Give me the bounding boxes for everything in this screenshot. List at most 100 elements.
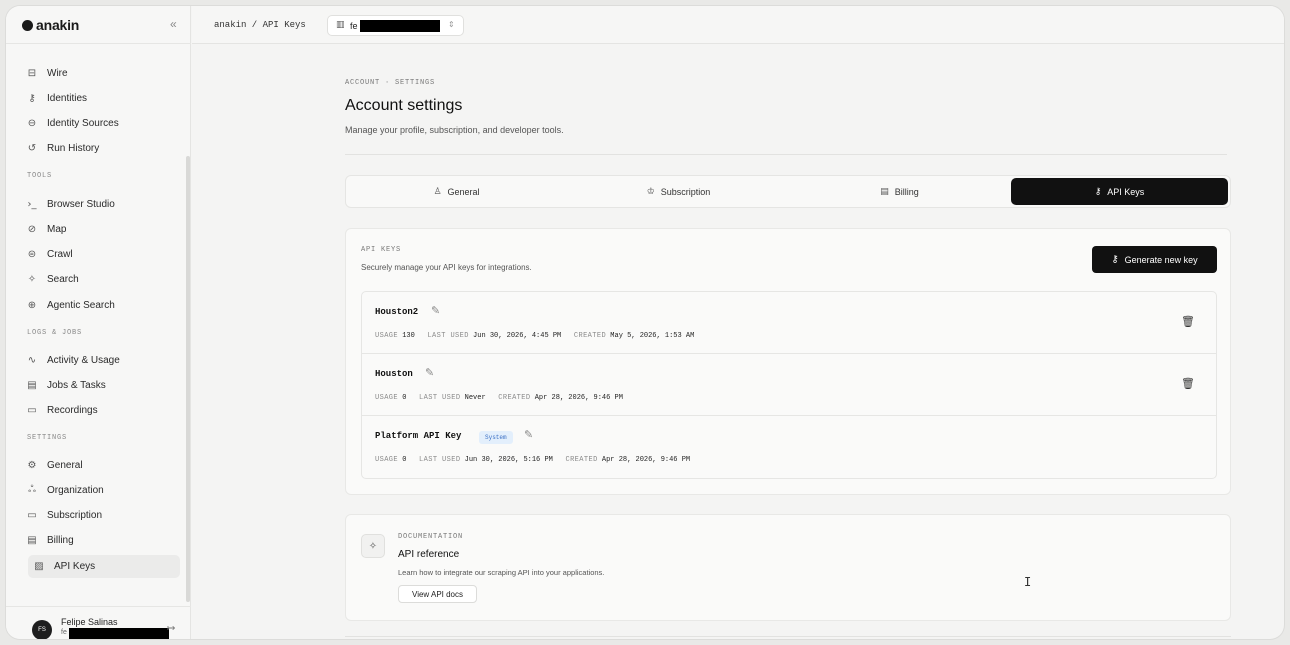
usage-value: 0: [402, 456, 407, 464]
sidebar-item-label: Search: [47, 274, 79, 286]
sidebar-item-run-history[interactable]: ↺ Run History: [26, 140, 99, 158]
organization-icon: ஃ: [28, 484, 36, 496]
api-key-row: Houston2 ✎ USAGE 130 LAST USED Jun 30, 2…: [362, 292, 1216, 354]
sidebar-item-recordings[interactable]: ▭ Recordings: [26, 402, 97, 420]
docs-title: API reference: [398, 549, 460, 560]
sidebar-item-activity-usage[interactable]: ∿ Activity & Usage: [26, 351, 120, 369]
activity-icon: ∿: [27, 354, 37, 366]
sidebar-section-label: TOOLS: [27, 172, 53, 180]
sidebar-item-agentic-search[interactable]: ⊕ Agentic Search: [26, 296, 115, 314]
api-keys-eyebrow: API KEYS: [361, 246, 402, 254]
sidebar: anakin « ⊟ Wire ⚷ Identities ⊖ Identity Sourc…: [6, 6, 191, 639]
sidebar-item-label: Map: [47, 223, 67, 235]
delete-trash-icon[interactable]: 🗑: [1181, 377, 1195, 390]
created-label: CREATED: [565, 456, 598, 464]
sidebar-item-label: Organization: [47, 484, 104, 496]
crawl-icon: ⊜: [27, 249, 37, 261]
edit-pencil-icon[interactable]: ✎: [524, 428, 533, 441]
logo-mark-icon: [22, 19, 33, 31]
sidebar-item-browser-studio[interactable]: ›_ Browser Studio: [26, 195, 115, 213]
api-keys-card: API KEYS Securely manage your API keys f…: [345, 228, 1231, 495]
sidebar-item-label: Browser Studio: [47, 198, 115, 210]
sidebar-item-label: Billing: [47, 535, 74, 547]
history-icon: ↺: [27, 143, 37, 155]
sidebar-item-label: Wire: [47, 67, 68, 79]
sidebar-item-search[interactable]: ✧ Search: [26, 271, 79, 289]
sidebar-item-billing[interactable]: ▤ Billing: [26, 532, 74, 550]
key-meta: USAGE 0 LAST USED Never CREATED Apr 28, …: [375, 394, 623, 402]
sidebar-item-label: General: [47, 459, 83, 471]
api-key-row: Houston ✎ USAGE 0 LAST USED Never CREATE…: [362, 354, 1216, 416]
key-icon: ⚷: [1111, 254, 1119, 265]
view-api-docs-button[interactable]: View API docs: [398, 585, 477, 603]
tab-label: General: [447, 186, 480, 197]
generate-label: Generate new key: [1124, 254, 1198, 265]
sidebar-item-identity-sources[interactable]: ⊖ Identity Sources: [26, 115, 119, 133]
api-key-list: Houston2 ✎ USAGE 130 LAST USED Jun 30, 2…: [361, 291, 1217, 479]
last-used-label: LAST USED: [427, 332, 469, 340]
sidebar-item-label: Jobs & Tasks: [47, 379, 106, 391]
bottom-divider: [345, 636, 1231, 637]
tab-api-keys[interactable]: ⚷ API Keys: [1011, 178, 1228, 205]
tab-billing[interactable]: ▤ Billing: [791, 178, 1008, 205]
sidebar-header: anakin «: [6, 6, 191, 44]
sidebar-item-label: Run History: [47, 143, 100, 155]
sidebar-item-jobs-tasks[interactable]: ▤ Jobs & Tasks: [26, 376, 106, 394]
generate-new-key-button[interactable]: ⚷ Generate new key: [1092, 246, 1217, 273]
created-label: CREATED: [498, 394, 531, 402]
tab-subscription[interactable]: ♔ Subscription: [570, 178, 787, 205]
agentic-search-icon: ⊕: [27, 299, 37, 311]
jobs-icon: ▤: [27, 379, 37, 391]
sidebar-item-map[interactable]: ⊘ Map: [26, 220, 67, 238]
wire-icon: ⊟: [27, 67, 37, 79]
sidebar-item-api-keys[interactable]: ▨ API Keys: [28, 554, 180, 578]
tab-label: Subscription: [660, 186, 711, 197]
tab-general[interactable]: ♙ General: [348, 178, 565, 205]
sidebar-item-label: Crawl: [47, 249, 73, 261]
org-selector[interactable]: ▥ fe ⇕: [327, 15, 464, 36]
user-name: Felipe Salinas: [61, 617, 118, 627]
settings-tabs: ♙ General ♔ Subscription ▤ Billing ⚷ API…: [345, 175, 1231, 208]
logout-icon[interactable]: ↦: [167, 623, 175, 634]
page-title: Account settings: [345, 97, 463, 114]
sidebar-section-label: LOGS & JOBS: [27, 329, 83, 337]
edit-pencil-icon[interactable]: ✎: [425, 366, 434, 379]
page-subtitle: Manage your profile, subscription, and d…: [345, 125, 564, 135]
sidebar-item-organization[interactable]: ஃ Organization: [26, 481, 104, 499]
delete-trash-icon[interactable]: 🗑: [1181, 315, 1195, 328]
user-email: fe: [61, 629, 67, 636]
key-outline-icon: ⚷: [28, 92, 36, 104]
sidebar-item-subscription[interactable]: ▭ Subscription: [26, 507, 102, 525]
sidebar-item-crawl[interactable]: ⊜ Crawl: [26, 246, 73, 264]
sidebar-scrollbar[interactable]: [186, 156, 190, 602]
user-profile[interactable]: FS Felipe Salinas fe ↦: [6, 606, 191, 639]
tab-label: Billing: [894, 186, 919, 197]
created-value: Apr 28, 2026, 9:46 PM: [601, 456, 691, 464]
sidebar-item-wire[interactable]: ⊟ Wire: [26, 64, 68, 82]
docs-eyebrow: DOCUMENTATION: [398, 533, 464, 541]
breadcrumb: anakin / API Keys: [214, 20, 306, 30]
app-window: anakin « ⊟ Wire ⚷ Identities ⊖ Identity Sourc…: [6, 6, 1284, 639]
app-logo[interactable]: anakin: [22, 17, 79, 33]
gear-icon: ⚙: [27, 459, 37, 471]
sidebar-item-label: Agentic Search: [47, 299, 115, 311]
last-used-label: LAST USED: [419, 456, 461, 464]
sidebar-item-identities[interactable]: ⚷ Identities: [26, 89, 87, 107]
collapse-sidebar-icon[interactable]: «: [170, 17, 177, 31]
last-used-value: Never: [464, 394, 486, 402]
sparkle-icon: ✧: [27, 274, 37, 286]
api-key-icon: ▨: [34, 560, 44, 572]
last-used-value: Jun 30, 2026, 5:16 PM: [464, 456, 553, 464]
api-key-row: Platform API Key System ✎ USAGE 0 LAST U…: [362, 416, 1216, 478]
redacted-email: [69, 628, 169, 639]
sidebar-item-general[interactable]: ⚙ General: [26, 456, 83, 474]
created-label: CREATED: [573, 332, 607, 340]
edit-pencil-icon[interactable]: ✎: [431, 304, 440, 317]
created-value: May 5, 2026, 1:53 AM: [610, 332, 695, 340]
building-icon: ▥: [336, 20, 345, 30]
sidebar-item-label: Identities: [47, 92, 88, 104]
sidebar-item-label: Subscription: [47, 510, 103, 522]
page-eyebrow: ACCOUNT · SETTINGS: [345, 79, 436, 87]
last-used-value: Jun 30, 2026, 4:45 PM: [473, 332, 562, 340]
key-meta: USAGE 0 LAST USED Jun 30, 2026, 5:16 PM …: [375, 456, 690, 464]
